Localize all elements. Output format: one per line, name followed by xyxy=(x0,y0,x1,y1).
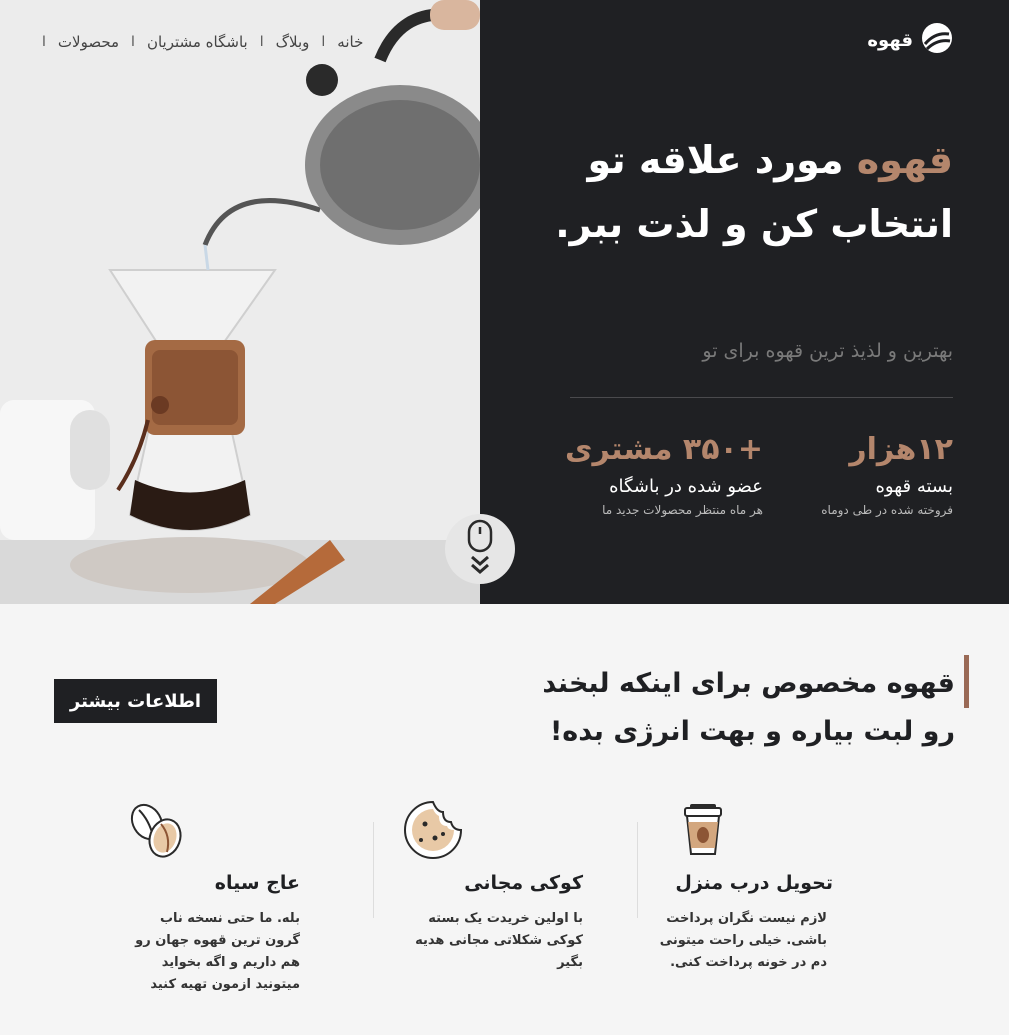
feature-home-delivery: تحویل درب منزل لازم نیست نگران پرداخت با… xyxy=(653,800,833,974)
nav-separator: ا xyxy=(259,34,264,50)
about-title: قهوه مخصوص برای اینکه لبخند رو لبت بیاره… xyxy=(542,668,955,747)
main-nav: خانه ا وبلاگ ا باشگاه مشتریان ا محصولات … xyxy=(30,30,363,54)
stat-packages: ۱۲هزار بسته قهوه فروخته شده در طی دوماه xyxy=(821,430,953,517)
nav-item-customer-club[interactable]: باشگاه مشتریان xyxy=(147,33,248,51)
feature-title: عاج سیاه xyxy=(214,872,300,894)
more-info-button[interactable]: اطلاعات بیشتر xyxy=(54,679,217,723)
logo-text: قهوه xyxy=(867,29,913,51)
feature-divider xyxy=(637,822,638,918)
nav-separator: ا xyxy=(42,34,46,50)
stat-label: بسته قهوه xyxy=(875,476,953,497)
site-logo[interactable]: قهوه xyxy=(867,22,953,58)
cookie-icon xyxy=(403,800,463,860)
hero-headline: قهوه مورد علاقه تو انتخاب کن و لذت ببر. xyxy=(553,128,953,256)
stat-customers: +۳۵۰ مشتری عضو شده در باشگاه هر ماه منتظ… xyxy=(565,430,763,517)
hero-divider xyxy=(570,397,953,398)
nav-separator: ا xyxy=(131,34,135,50)
hero-subtitle: بهترین و لذیذ ترین قهوه برای تو xyxy=(702,340,953,362)
coffee-bean-logo-icon xyxy=(921,22,953,58)
stat-value: +۳۵۰ مشتری xyxy=(564,432,763,467)
mouse-scroll-down-icon xyxy=(465,519,495,579)
nav-item-blog[interactable]: وبلاگ xyxy=(276,33,310,51)
feature-title: کوکی مجانی xyxy=(464,872,583,894)
feature-free-cookie: کوکی مجانی با اولین خریدت یک بسته کوکی ش… xyxy=(403,800,583,974)
coffee-cup-icon xyxy=(673,800,733,860)
feature-title: تحویل درب منزل xyxy=(675,872,833,894)
feature-desc: با اولین خریدت یک بسته کوکی شکلاتی مجانی… xyxy=(415,911,583,970)
stat-caption: هر ماه منتظر محصولات جدید ما xyxy=(602,503,763,517)
hero-section: خانه ا وبلاگ ا باشگاه مشتریان ا محصولات … xyxy=(0,0,1009,604)
stat-value: ۱۲هزار xyxy=(849,432,953,467)
nav-item-home[interactable]: خانه xyxy=(337,33,363,51)
coffee-beans-icon xyxy=(125,800,185,860)
headline-accent: قهوه xyxy=(856,138,953,182)
hero-photo xyxy=(0,0,480,604)
stat-caption: فروخته شده در طی دوماه xyxy=(821,503,953,517)
feature-black-ivory: عاج سیاه بله. ما حتی نسخه ناب گرون ترین … xyxy=(125,800,300,996)
nav-item-products[interactable]: محصولات xyxy=(58,33,119,51)
coffee-pour-illustration xyxy=(0,0,480,604)
scroll-down-button[interactable] xyxy=(445,514,515,584)
feature-divider xyxy=(373,822,374,918)
feature-desc: لازم نیست نگران پرداخت باشی. خیلی راحت م… xyxy=(659,911,827,970)
feature-desc: بله. ما حتی نسخه ناب گرون ترین قهوه جهان… xyxy=(135,911,300,992)
section-accent-bar xyxy=(964,655,969,708)
nav-separator: ا xyxy=(321,34,326,50)
stat-label: عضو شده در باشگاه xyxy=(609,476,763,497)
